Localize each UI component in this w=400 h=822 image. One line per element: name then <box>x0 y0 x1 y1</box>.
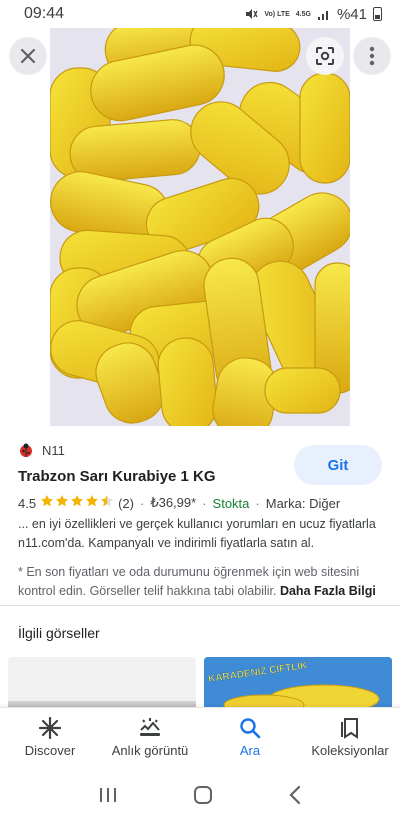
related-image-thumb[interactable]: KARADENİZ ÇİFTLİK <box>204 657 392 707</box>
nav-label: Ara <box>239 743 261 758</box>
nav-collections[interactable]: Koleksiyonlar <box>303 717 398 758</box>
nav-search[interactable]: Ara <box>203 717 298 758</box>
rating-value: 4.5 <box>18 495 37 511</box>
system-navigation <box>0 767 400 822</box>
source-name: N11 <box>42 442 65 458</box>
nav-label: Anlık görüntü <box>111 743 189 758</box>
collections-icon <box>341 718 358 739</box>
visit-button[interactable]: Git <box>294 445 382 485</box>
source-site[interactable]: N11 <box>18 442 65 458</box>
network-type: 4.5G <box>295 10 311 18</box>
separator: · <box>202 495 207 511</box>
product-title[interactable]: Trabzon Sarı Kurabiye 1 KG <box>18 468 216 485</box>
review-count: (2) <box>118 495 134 511</box>
close-button[interactable] <box>9 37 47 75</box>
star-rating-icon <box>41 495 114 507</box>
more-options-button[interactable] <box>353 37 391 75</box>
close-icon <box>20 48 36 64</box>
volte-label: Vo) LTE <box>264 10 290 18</box>
related-thumb-art: KARADENİZ ÇİFTLİK <box>204 657 392 707</box>
lens-button[interactable] <box>306 37 344 75</box>
mute-icon <box>246 9 258 19</box>
nav-discover[interactable]: Discover <box>3 717 98 758</box>
signal-icon <box>317 10 328 20</box>
price: ₺36,99* <box>150 495 197 510</box>
product-description: ... en iyi özellikleri ve gerçek kullanı… <box>18 517 376 550</box>
stock-status: Stokta <box>212 495 250 511</box>
battery-percent: %41 <box>336 5 367 23</box>
divider <box>0 605 400 606</box>
image-viewer <box>0 28 400 428</box>
search-icon <box>240 718 261 739</box>
more-vert-icon <box>369 46 375 66</box>
bottom-navigation: Discover Anlık görüntü Ara Koleksiyonlar <box>0 707 400 767</box>
snapshot-icon <box>140 718 160 736</box>
nav-label: Discover <box>24 743 76 758</box>
star-rating <box>40 494 114 512</box>
clock: 09:44 <box>24 5 65 22</box>
ladybug-icon <box>20 443 32 457</box>
back-icon[interactable] <box>288 785 302 805</box>
product-meta: 4.5 (2) · ₺36,99* · Stokta · Marka: Diğe… <box>18 494 340 512</box>
related-image-thumb[interactable] <box>8 657 196 707</box>
nav-snapshot[interactable]: Anlık görüntü <box>103 717 198 758</box>
status-bar: 09:44 Vo) LTE 4.5G %41 <box>0 0 400 28</box>
cookies-photo <box>50 28 350 426</box>
product-image[interactable] <box>50 28 350 426</box>
status-icons: Vo) LTE 4.5G %41 <box>244 6 382 23</box>
related-images-title: İlgili görseller <box>18 625 100 641</box>
asterisk-icon <box>39 717 61 739</box>
separator: · <box>139 495 145 511</box>
battery-icon <box>373 7 382 21</box>
lens-icon <box>316 47 334 65</box>
home-icon[interactable] <box>193 785 213 805</box>
recent-apps-icon[interactable] <box>98 786 118 804</box>
nav-label: Koleksiyonlar <box>311 743 389 758</box>
separator: · <box>255 495 260 511</box>
brand: Marka: Diğer <box>265 495 341 511</box>
disclaimer-note: * En son fiyatları ve oda durumunu öğren… <box>18 563 390 601</box>
more-info-link[interactable]: Daha Fazla Bilgi <box>280 584 376 598</box>
